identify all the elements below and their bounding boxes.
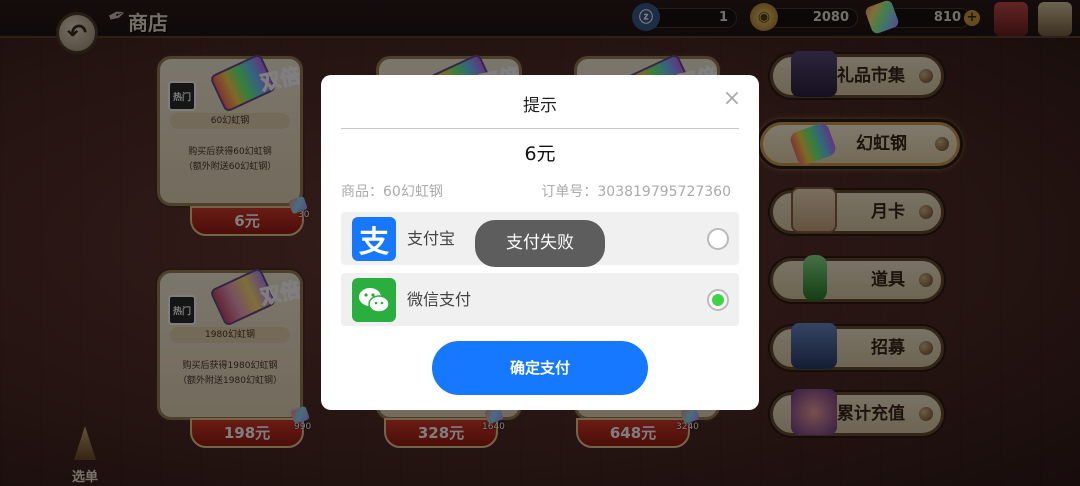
product-info: 商品：60幻虹钢 (341, 184, 443, 200)
radio-button[interactable] (707, 228, 729, 250)
order-number: 订单号：303819795727360 (541, 184, 731, 200)
dialog-title: 提示 (523, 96, 557, 116)
alipay-icon: 支 (352, 217, 396, 261)
payment-option-label: 支付宝 (407, 229, 456, 248)
confirm-payment-button[interactable]: 确定支付 (432, 341, 648, 395)
payment-option-label: 微信支付 (407, 290, 472, 309)
radio-button-selected[interactable] (707, 289, 729, 311)
payment-amount: 6元 (524, 143, 556, 165)
payment-option-wechat[interactable]: 微信支付 (341, 273, 739, 326)
payment-failed-toast: 支付失败 (475, 220, 605, 267)
close-icon[interactable]: × (721, 88, 743, 110)
wechat-icon (352, 278, 396, 322)
divider (341, 128, 739, 129)
